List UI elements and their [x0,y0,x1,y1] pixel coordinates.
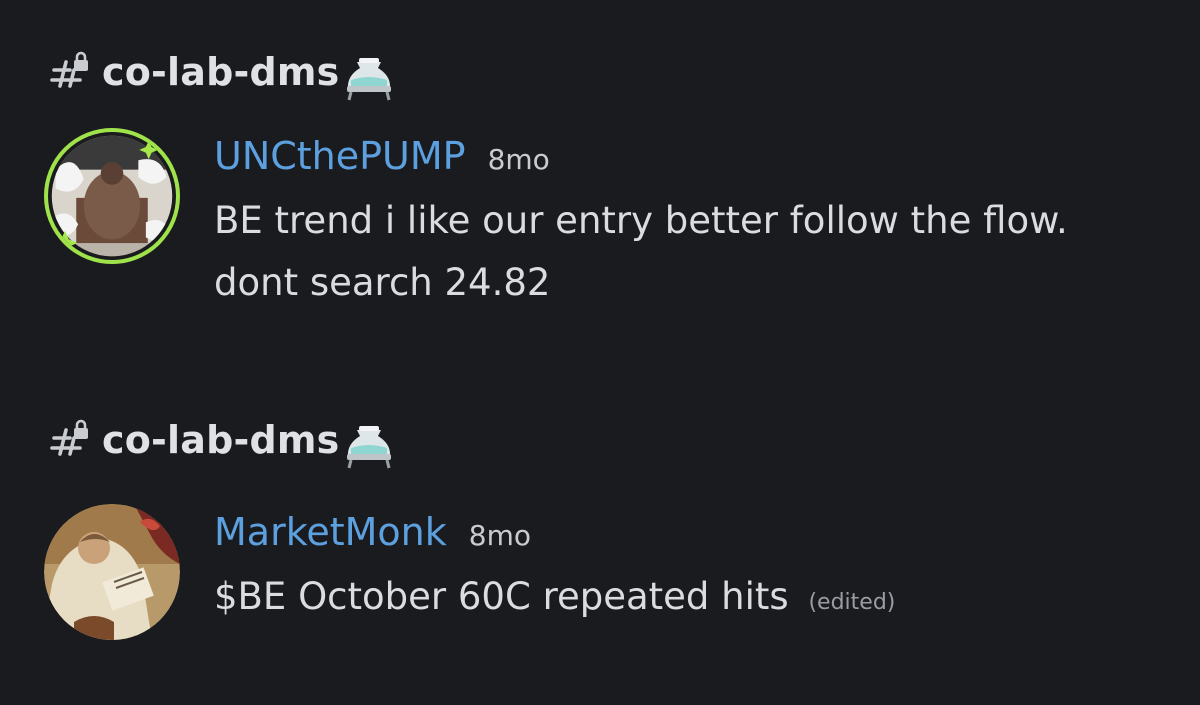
locked-hashtag-icon [50,51,88,88]
avatar-marketmonk[interactable] [44,504,180,640]
channel-name[interactable]: co-lab-dms [102,50,339,94]
username[interactable]: UNCthePUMP [214,134,466,178]
timestamp: 8mo [487,143,550,176]
message-text: $BE October 60C repeated hits (edited) [214,566,1074,634]
flask-emoji [347,58,392,101]
channel-name[interactable]: co-lab-dms [102,418,339,462]
avatar-uncthepump[interactable] [44,128,180,264]
locked-hashtag-icon [50,419,88,456]
message[interactable]: MarketMonk 8mo $BE October 60C repeated … [44,504,1074,644]
message-content: BE trend i like our entry better follow … [214,199,1068,304]
username[interactable]: MarketMonk [214,510,447,554]
message-text: BE trend i like our entry better follow … [214,190,1074,314]
edited-label: (edited) [808,590,896,615]
channel-header[interactable]: co-lab-dms [48,412,397,469]
flask-emoji [347,426,392,469]
channel-header[interactable]: co-lab-dms [48,44,397,101]
timestamp: 8mo [468,519,531,552]
avatar[interactable] [44,504,184,644]
channel-search-results: co-lab-dms UNCthePUMP 8mo BE trend i lik… [0,0,1200,705]
message[interactable]: UNCthePUMP 8mo BE trend i like our entry… [44,128,1074,314]
avatar[interactable] [44,128,184,268]
message-content: $BE October 60C repeated hits [214,575,789,618]
